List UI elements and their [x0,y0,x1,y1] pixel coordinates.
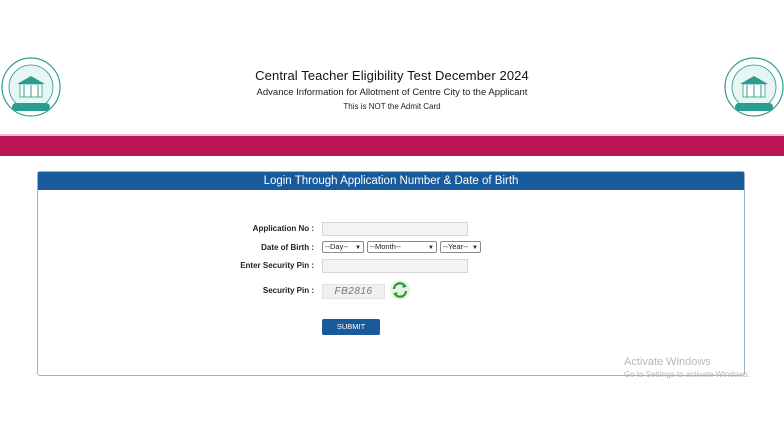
watermark-line1: Activate Windows [624,356,711,368]
captcha-image: FB2816 [322,284,385,299]
security-pin-label: Security Pin : [262,286,314,295]
login-panel-heading: Login Through Application Number & Date … [38,172,744,190]
dob-label: Date of Birth : [261,243,314,252]
dob-day-value: --Day-- [325,242,349,251]
login-panel: Login Through Application Number & Date … [37,171,745,376]
security-pin-input-row: Enter Security Pin : [38,259,744,275]
application-no-label: Application No : [252,224,314,233]
page-title: Central Teacher Eligibility Test Decembe… [255,68,529,83]
refresh-icon[interactable] [389,279,411,301]
page-header: Central Teacher Eligibility Test Decembe… [0,0,784,136]
security-pin-input-label: Enter Security Pin : [240,261,314,270]
application-no-input[interactable] [322,222,468,236]
captcha-row: Security Pin : FB2816 [38,280,744,300]
dob-month-value: --Month-- [370,242,401,251]
security-pin-input[interactable] [322,259,468,273]
dob-year-select[interactable]: --Year-- ▼ [440,241,481,253]
dob-day-select[interactable]: --Day-- ▼ [322,241,364,253]
dob-year-value: --Year-- [443,242,469,251]
admit-card-note: This is NOT the Admit Card [343,102,441,111]
chevron-down-icon: ▼ [355,245,361,251]
application-no-row: Application No : [38,222,744,238]
submit-button[interactable]: SUBMIT [322,319,380,335]
windows-activation-watermark: Activate Windows Go to Settings to activ… [624,356,750,379]
chevron-down-icon: ▼ [472,245,478,251]
watermark-line2: Go to Settings to activate Windows. [624,370,751,379]
dob-row: Date of Birth : --Day-- ▼ --Month-- ▼ --… [38,241,744,257]
chevron-down-icon: ▼ [428,245,434,251]
dob-month-select[interactable]: --Month-- ▼ [367,241,437,253]
page-subtitle: Advance Information for Allotment of Cen… [256,87,528,98]
header-band [0,136,784,156]
